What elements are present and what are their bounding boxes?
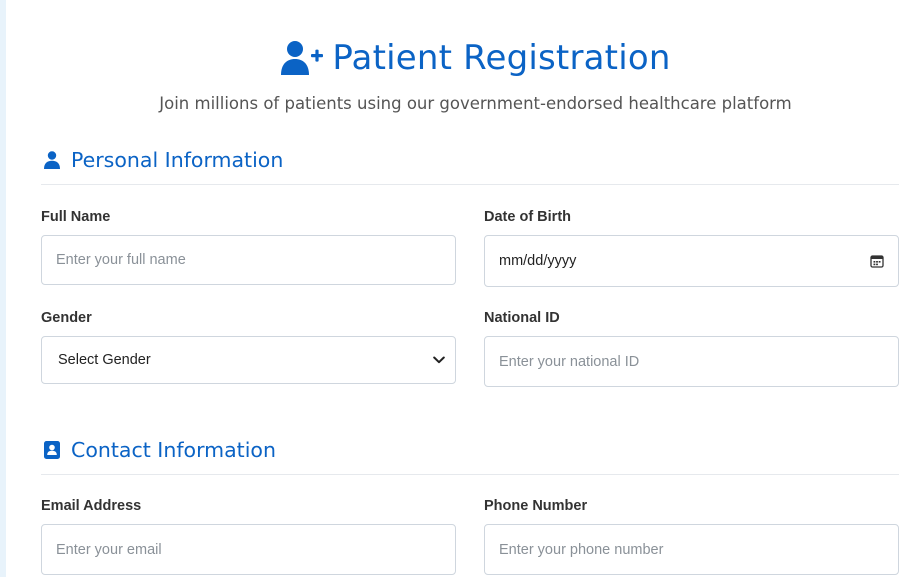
calendar-icon[interactable] bbox=[870, 254, 884, 268]
contact-info-title: Contact Information bbox=[71, 438, 276, 462]
address-book-icon bbox=[41, 439, 63, 461]
email-input[interactable] bbox=[56, 541, 441, 558]
page-title-row: Patient Registration bbox=[6, 38, 915, 78]
page-title: Patient Registration bbox=[332, 38, 671, 78]
dob-field[interactable]: mm/dd/yyyy bbox=[484, 235, 899, 287]
full-name-field[interactable] bbox=[41, 235, 456, 285]
registration-card: Patient Registration Join millions of pa… bbox=[6, 0, 915, 577]
email-label: Email Address bbox=[41, 498, 142, 514]
full-name-input[interactable] bbox=[56, 252, 441, 268]
personal-info-title: Personal Information bbox=[71, 148, 284, 172]
phone-input[interactable] bbox=[499, 541, 884, 558]
phone-label: Phone Number bbox=[484, 498, 588, 514]
user-icon bbox=[41, 149, 63, 171]
national-id-input[interactable] bbox=[499, 353, 884, 370]
national-id-label: National ID bbox=[484, 310, 560, 326]
page-subtitle: Join millions of patients using our gove… bbox=[159, 94, 792, 113]
personal-info-header: Personal Information bbox=[41, 148, 899, 185]
gender-label: Gender bbox=[41, 310, 92, 326]
gender-selected-value: Select Gender bbox=[58, 352, 151, 368]
user-plus-icon bbox=[280, 39, 324, 77]
dob-value: mm/dd/yyyy bbox=[499, 253, 577, 269]
dob-label: Date of Birth bbox=[484, 209, 571, 225]
chevron-down-icon bbox=[433, 356, 445, 364]
gender-select[interactable]: Select Gender bbox=[41, 336, 456, 384]
full-name-label: Full Name bbox=[41, 209, 111, 225]
national-id-field[interactable] bbox=[484, 336, 899, 387]
contact-info-header: Contact Information bbox=[41, 438, 899, 475]
phone-field[interactable] bbox=[484, 524, 899, 575]
email-field[interactable] bbox=[41, 524, 456, 575]
